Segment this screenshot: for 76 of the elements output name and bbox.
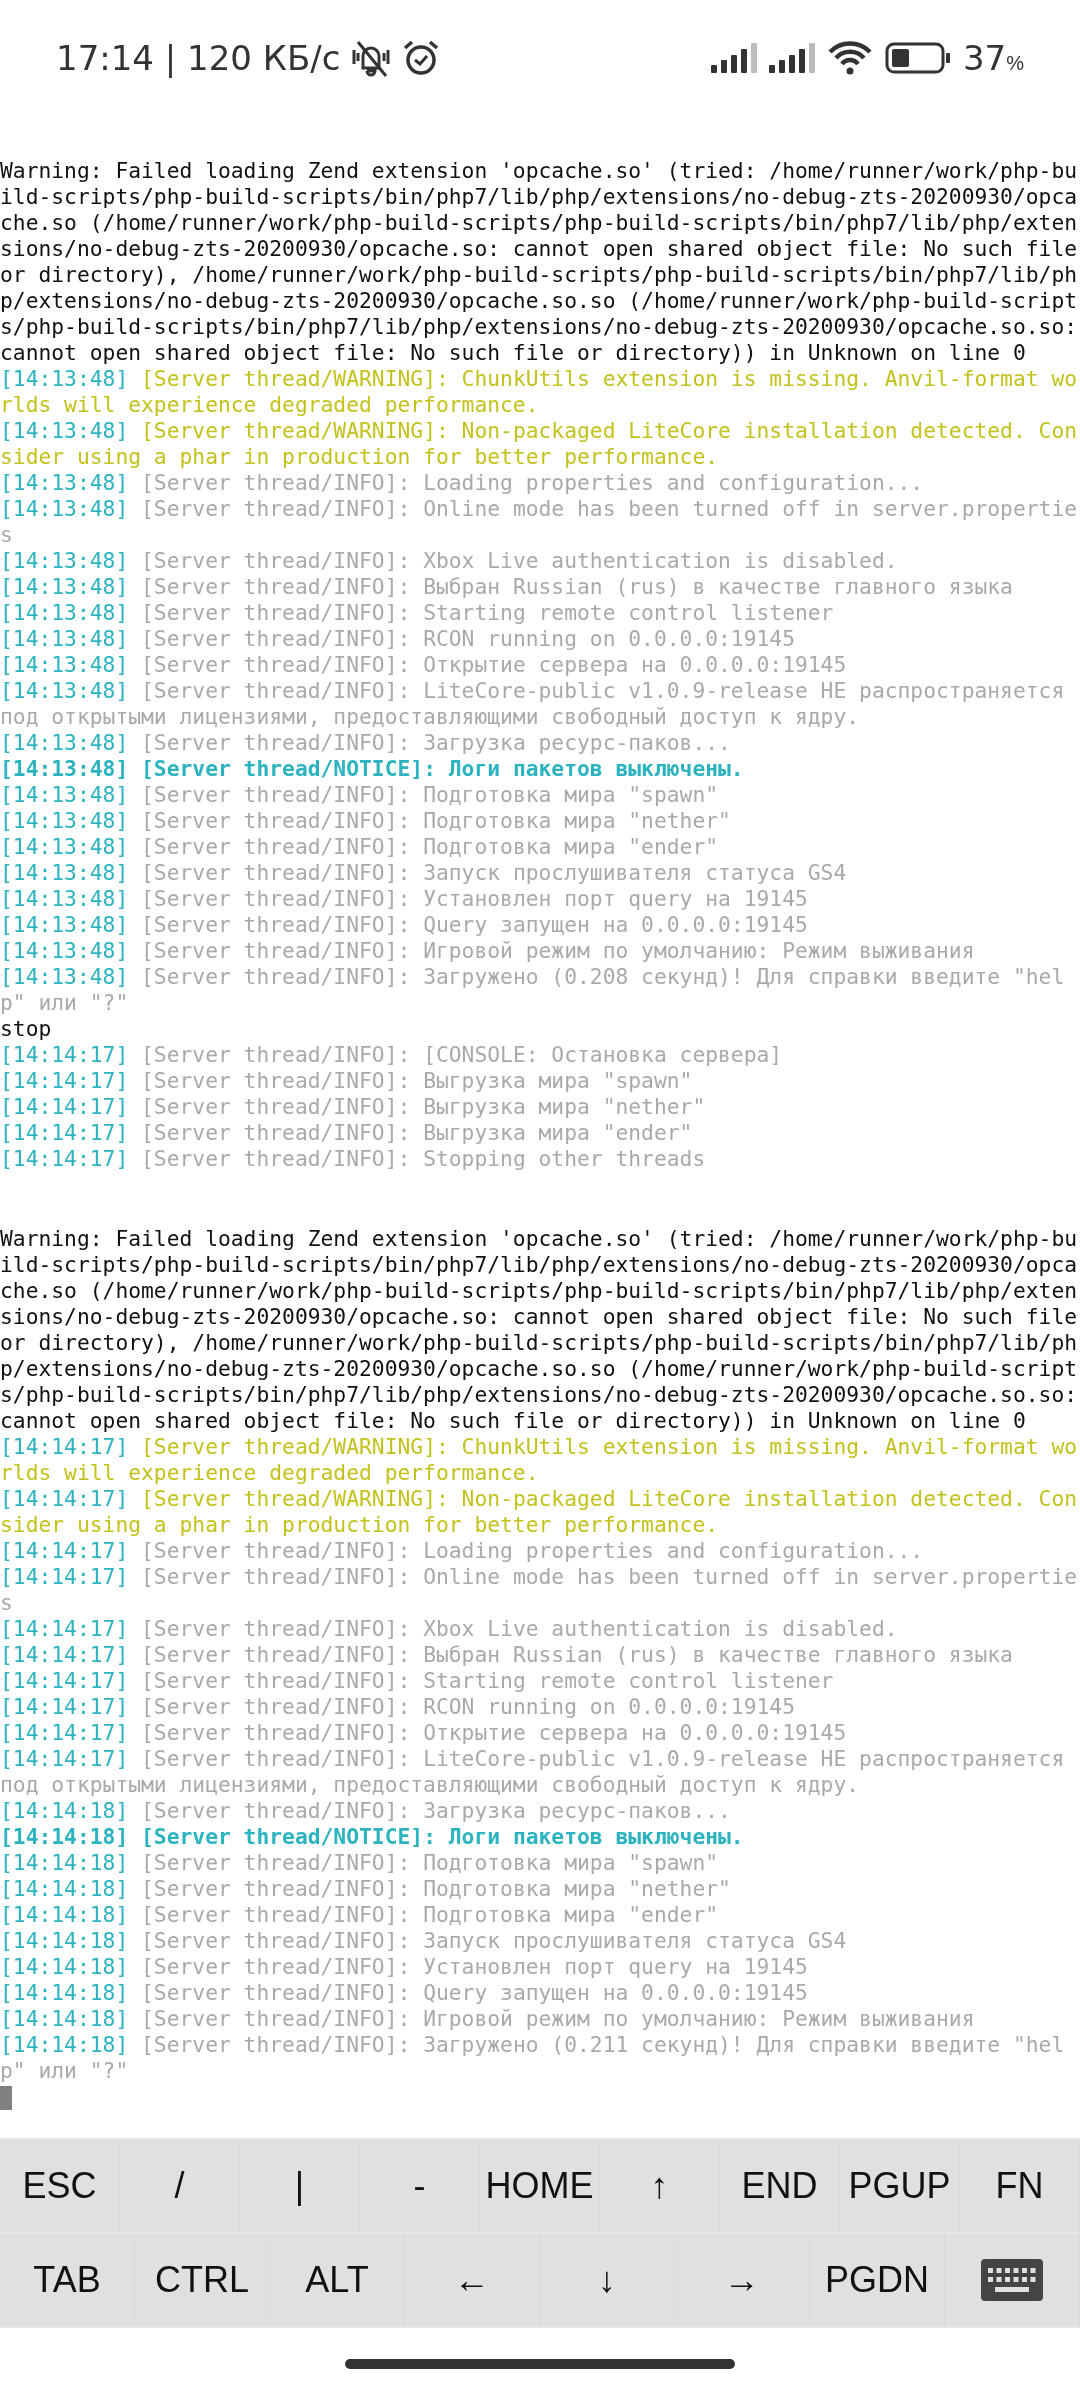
log-line: stop: [0, 1016, 53, 1042]
key-button[interactable]: →: [675, 2234, 810, 2326]
key-button[interactable]: |: [240, 2140, 360, 2232]
log-line: [14:13:48] [Server thread/INFO]: Выбран Russian (rus) в качестве главного языка: [0, 574, 1014, 600]
key-button[interactable]: -: [360, 2140, 480, 2232]
log-line: [14:14:17] [Server thread/INFO]: Выбран Russian (rus) в качестве главного языка: [0, 1642, 1014, 1668]
log-line: [14:14:18] [Server thread/INFO]: Запуск прослушивателя статуса GS4: [0, 1928, 848, 1954]
log-line: [14:13:48] [Server thread/NOTICE]: Логи пакетов выключены.: [0, 756, 745, 782]
muted-bell-icon: [350, 38, 393, 78]
alarm-clock-icon: [402, 39, 441, 77]
key-button[interactable]: FN: [960, 2140, 1080, 2232]
key-button[interactable]: END: [720, 2140, 840, 2232]
log-line: [14:14:18] [Server thread/INFO]: Игровой режим по умолчанию: Режим выживания: [0, 2006, 976, 2032]
log-line: [14:14:17] [Server thread/WARNING]: ChunkUtils extension is missing. Anvil-format worlds will experience degraded performance.: [0, 1434, 1079, 1486]
key-button[interactable]: ↓: [540, 2234, 675, 2326]
log-line: [14:14:18] [Server thread/INFO]: Query запущен на 0.0.0.0:19145: [0, 1980, 809, 2006]
log-line: [14:13:48] [Server thread/INFO]: Загружено (0.208 секунд)! Для справки введите "help" или "?": [0, 964, 1066, 1016]
log-line: [14:13:48] [Server thread/INFO]: RCON running on 0.0.0.0:19145: [0, 626, 796, 652]
log-line: [14:14:18] [Server thread/INFO]: Загрузка ресурс-паков...: [0, 1798, 732, 1824]
keyboard-toggle-button[interactable]: [945, 2234, 1080, 2326]
battery-icon: [884, 42, 951, 74]
signal-icon: [768, 43, 815, 73]
log-line: [14:14:17] [Server thread/INFO]: [CONSOLE: Остановка сервера]: [0, 1042, 784, 1068]
key-button[interactable]: PGDN: [810, 2234, 945, 2326]
cursor: [0, 2086, 12, 2110]
log-line: [14:13:48] [Server thread/INFO]: Подготовка мира "spawn": [0, 782, 720, 808]
log-line: [14:13:48] [Server thread/INFO]: Starting remote control listener: [0, 600, 835, 626]
log-line: [14:14:17] [Server thread/INFO]: Starting remote control listener: [0, 1668, 835, 1694]
log-line: [14:13:48] [Server thread/INFO]: Online mode has been turned off in server.properties: [0, 496, 1079, 548]
key-button[interactable]: HOME: [480, 2140, 600, 2232]
log-line: [14:13:48] [Server thread/INFO]: Query запущен на 0.0.0.0:19145: [0, 912, 809, 938]
log-line: [14:14:17] [Server thread/WARNING]: Non-packaged LiteCore installation detected. Consider using a phar in production for better performance.: [0, 1486, 1079, 1538]
log-line: [14:13:48] [Server thread/WARNING]: Non-packaged LiteCore installation detected. Consider using a phar in production for better performance.: [0, 418, 1079, 470]
log-line: [14:14:17] [Server thread/INFO]: Выгрузка мира "spawn": [0, 1068, 694, 1094]
log-line: [14:13:48] [Server thread/INFO]: Загрузка ресурс-паков...: [0, 730, 732, 756]
key-button[interactable]: ↑: [600, 2140, 720, 2232]
log-line: Warning: Failed loading Zend extension 'opcache.so' (tried: /home/runner/work/php-build-scripts/php-build-scripts/bin/php7/lib/php/extensions/no-debug-zts-20200930/opcache.so (/home/runner/work/php-build-scripts/php-build-scripts/bin/php7/lib/php/extensions/no-debug-zts-20200930/opcache.so: cannot open shared object file: No such file or directory), /home/runner/work/php-build-scripts/php-build-scripts/bin/php7/lib/php/extensions/no-debug-zts-20200930/opcache.so.so (/home/runner/work/php-build-scripts/php-build-scripts/bin/php7/lib/php/extensions/no-debug-zts-20200930/opcache.so.so: cannot open shared object file: No such file or directory)) in Unknown on line 0: [0, 1226, 1079, 1434]
log-line: [14:14:17] [Server thread/INFO]: Xbox Live authentication is disabled.: [0, 1616, 899, 1642]
key-button[interactable]: CTRL: [135, 2234, 270, 2326]
key-button[interactable]: ←: [405, 2234, 540, 2326]
log-line: [14:14:17] [Server thread/INFO]: LiteCore-public v1.0.9-release HE распространяется под открытыми лицензиями, предоставляющими свободный доступ к ядру.: [0, 1746, 1066, 1798]
log-line: [14:14:18] [Server thread/INFO]: Установлен порт query на 19145: [0, 1954, 809, 1980]
log-line: [14:13:48] [Server thread/INFO]: LiteCore-public v1.0.9-release HE распространяется под открытыми лицензиями, предоставляющими свободный доступ к ядру.: [0, 678, 1066, 730]
log-line: [14:14:17] [Server thread/INFO]: RCON running on 0.0.0.0:19145: [0, 1694, 796, 1720]
log-line: [14:14:17] [Server thread/INFO]: Online mode has been turned off in server.properties: [0, 1564, 1079, 1616]
keyboard-icon: [981, 2259, 1043, 2301]
log-line: [14:14:17] [Server thread/INFO]: Stopping other threads: [0, 1146, 707, 1172]
log-line: [14:13:48] [Server thread/INFO]: Xbox Live authentication is disabled.: [0, 548, 899, 574]
log-line: [14:13:48] [Server thread/WARNING]: ChunkUtils extension is missing. Anvil-format worlds will experience degraded performance.: [0, 366, 1079, 418]
status-time: 17:14 | 120 КБ/с: [56, 36, 341, 80]
log-line: [14:13:48] [Server thread/INFO]: Подготовка мира "ender": [0, 834, 720, 860]
key-button[interactable]: ALT: [270, 2234, 405, 2326]
log-line: [14:13:48] [Server thread/INFO]: Loading properties and configuration...: [0, 470, 925, 496]
battery-percent: 37: [962, 36, 1007, 80]
log-line: [14:14:18] [Server thread/INFO]: Подготовка мира "nether": [0, 1876, 732, 1902]
log-line: [14:13:48] [Server thread/INFO]: Запуск прослушивателя статуса GS4: [0, 860, 848, 886]
log-line: [14:14:18] [Server thread/INFO]: Загружено (0.211 секунд)! Для справки введите "help" или "?": [0, 2032, 1066, 2084]
wifi-icon: [826, 41, 873, 75]
key-button[interactable]: PGUP: [840, 2140, 960, 2232]
key-button[interactable]: TAB: [0, 2234, 135, 2326]
log-line: [14:14:18] [Server thread/INFO]: Подготовка мира "ender": [0, 1902, 720, 1928]
signal-icon: [710, 43, 757, 73]
log-line: [14:13:48] [Server thread/INFO]: Игровой режим по умолчанию: Режим выживания: [0, 938, 976, 964]
key-button[interactable]: /: [120, 2140, 240, 2232]
log-line: [14:14:17] [Server thread/INFO]: Выгрузка мира "ender": [0, 1120, 694, 1146]
log-line: [14:14:17] [Server thread/INFO]: Выгрузка мира "nether": [0, 1094, 707, 1120]
log-line: [14:13:48] [Server thread/INFO]: Подготовка мира "nether": [0, 808, 732, 834]
log-line: [14:14:17] [Server thread/INFO]: Loading properties and configuration...: [0, 1538, 925, 1564]
log-line: Warning: Failed loading Zend extension 'opcache.so' (tried: /home/runner/work/php-build-scripts/php-build-scripts/bin/php7/lib/php/extensions/no-debug-zts-20200930/opcache.so (/home/runner/work/php-build-scripts/php-build-scripts/bin/php7/lib/php/extensions/no-debug-zts-20200930/opcache.so: cannot open shared object file: No such file or directory), /home/runner/work/php-build-scripts/php-build-scripts/bin/php7/lib/php/extensions/no-debug-zts-20200930/opcache.so.so (/home/runner/work/php-build-scripts/php-build-scripts/bin/php7/lib/php/extensions/no-debug-zts-20200930/opcache.so.so: cannot open shared object file: No such file or directory)) in Unknown on line 0: [0, 158, 1079, 366]
log-line: [14:14:18] [Server thread/INFO]: Подготовка мира "spawn": [0, 1850, 720, 1876]
key-button[interactable]: ESC: [0, 2140, 120, 2232]
percent-sign: %: [1006, 50, 1024, 76]
log-line: [14:13:48] [Server thread/INFO]: Установлен порт query на 19145: [0, 886, 809, 912]
log-line: [14:13:48] [Server thread/INFO]: Открытие сервера на 0.0.0.0:19145: [0, 652, 848, 678]
log-line: [14:14:17] [Server thread/INFO]: Открытие сервера на 0.0.0.0:19145: [0, 1720, 848, 1746]
log-line: [14:14:18] [Server thread/NOTICE]: Логи пакетов выключены.: [0, 1824, 745, 1850]
